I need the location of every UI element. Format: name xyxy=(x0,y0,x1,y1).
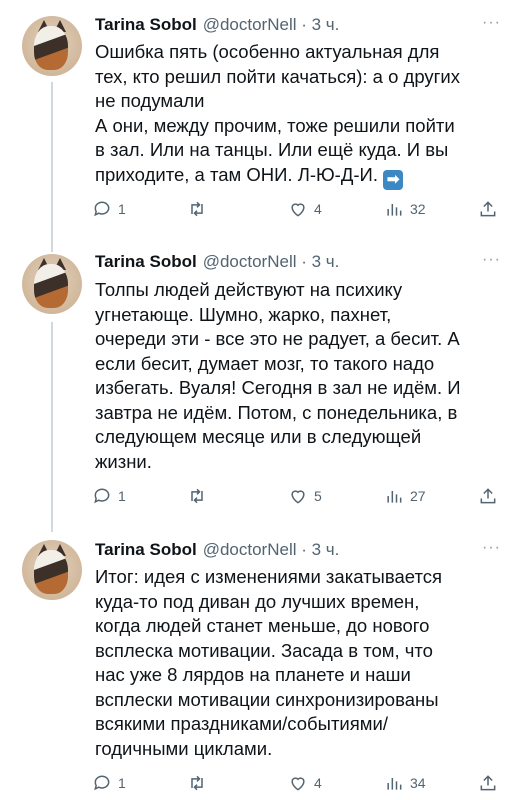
share-button[interactable] xyxy=(478,199,498,219)
like-button[interactable]: 5 xyxy=(288,486,322,506)
reply-count: 1 xyxy=(118,775,126,791)
more-icon[interactable]: ··· xyxy=(482,539,501,557)
views-count: 27 xyxy=(410,488,426,504)
author-name[interactable]: Tarina Sobol xyxy=(95,252,197,272)
tweet-text: Итог: идея с изменениями закатывается ку… xyxy=(95,566,442,759)
like-count: 5 xyxy=(314,488,322,504)
views-icon xyxy=(387,491,402,503)
like-button[interactable]: 4 xyxy=(288,199,322,219)
tweet[interactable]: Tarina Sobol @doctorNell · 3 ч. ··· Толп… xyxy=(0,240,523,530)
tweet-text: Толпы людей действуют на психику угнетаю… xyxy=(95,279,461,472)
tweet-actions: 1 5 27 xyxy=(92,486,502,510)
retweet-icon xyxy=(191,201,203,217)
like-count: 4 xyxy=(314,775,322,791)
views-button[interactable]: 34 xyxy=(384,773,426,793)
retweet-button[interactable] xyxy=(187,486,213,506)
author-name[interactable]: Tarina Sobol xyxy=(95,540,197,560)
heart-icon xyxy=(291,777,305,791)
tweet-actions: 1 4 32 xyxy=(92,199,502,223)
tweet[interactable]: Tarina Sobol @doctorNell · 3 ч. ··· Итог… xyxy=(0,530,523,800)
heart-icon xyxy=(291,203,305,217)
views-button[interactable]: 27 xyxy=(384,486,426,506)
tweet-text: Ошибка пять (особенно актуальная для тех… xyxy=(95,41,460,190)
avatar[interactable] xyxy=(22,254,82,314)
reply-icon xyxy=(94,775,110,791)
tweet[interactable]: Tarina Sobol @doctorNell · 3 ч. ··· Ошиб… xyxy=(0,0,523,240)
reply-count: 1 xyxy=(118,201,126,217)
avatar[interactable] xyxy=(22,540,82,600)
author-name[interactable]: Tarina Sobol xyxy=(95,15,197,35)
retweet-button[interactable] xyxy=(187,199,213,219)
share-icon xyxy=(480,775,496,791)
share-icon xyxy=(480,201,496,217)
tweet-actions: 1 4 34 xyxy=(92,773,502,797)
share-button[interactable] xyxy=(478,773,498,793)
views-icon xyxy=(387,778,402,790)
share-icon xyxy=(480,488,496,504)
views-button[interactable]: 32 xyxy=(384,199,426,219)
views-count: 32 xyxy=(410,201,426,217)
author-handle[interactable]: @doctorNell · 3 ч. xyxy=(203,540,340,560)
more-icon[interactable]: ··· xyxy=(482,14,501,32)
reply-icon xyxy=(94,201,110,217)
reply-button[interactable]: 1 xyxy=(92,773,126,793)
views-icon xyxy=(387,204,402,216)
heart-icon xyxy=(291,490,305,504)
retweet-button[interactable] xyxy=(187,773,213,793)
retweet-icon xyxy=(191,775,203,791)
reply-button[interactable]: 1 xyxy=(92,199,126,219)
right-arrow-emoji: ➡ xyxy=(383,169,404,190)
reply-button[interactable]: 1 xyxy=(92,486,126,506)
more-icon[interactable]: ··· xyxy=(482,251,501,269)
reply-count: 1 xyxy=(118,488,126,504)
like-count: 4 xyxy=(314,201,322,217)
author-handle[interactable]: @doctorNell · 3 ч. xyxy=(203,252,340,272)
share-button[interactable] xyxy=(478,486,498,506)
reply-icon xyxy=(94,488,110,504)
like-button[interactable]: 4 xyxy=(288,773,322,793)
author-handle[interactable]: @doctorNell · 3 ч. xyxy=(203,15,340,35)
retweet-icon xyxy=(191,488,203,504)
avatar[interactable] xyxy=(22,16,82,76)
views-count: 34 xyxy=(410,775,426,791)
